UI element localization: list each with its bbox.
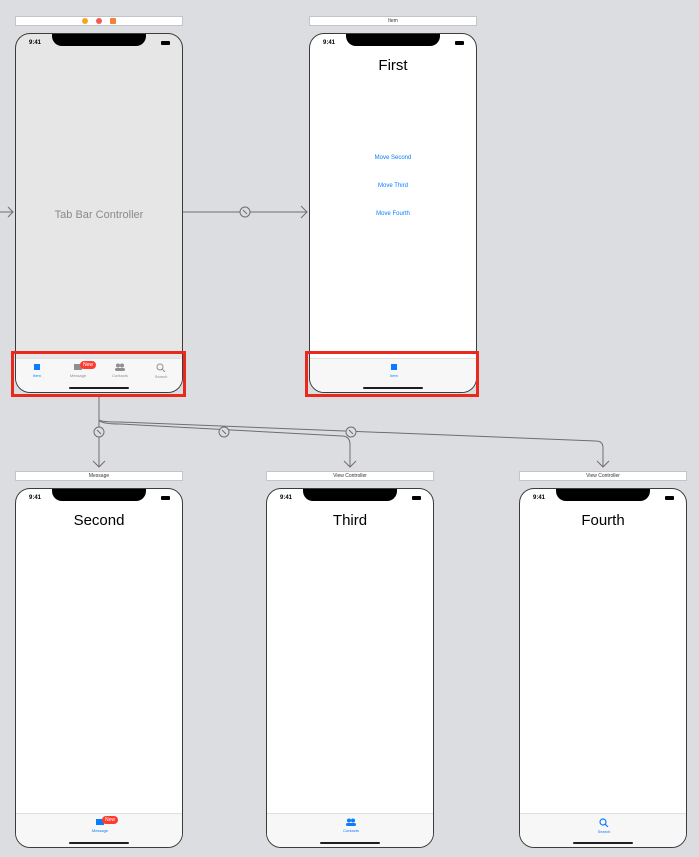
tab-label: Search [154, 374, 168, 379]
tab-item-item[interactable]: Item [377, 363, 411, 378]
tab-bar[interactable]: Search [520, 813, 686, 847]
first-phone[interactable]: 9:41 First Move Second Move Third Move F… [309, 33, 477, 393]
notch [52, 34, 146, 46]
battery-icon [161, 41, 170, 45]
status-time: 9:41 [29, 40, 42, 46]
third-phone[interactable]: 9:41 Third Contacts [266, 488, 434, 848]
screen-title: Third [332, 512, 368, 529]
tab-label: Item [390, 373, 398, 378]
status-time: 9:41 [323, 40, 336, 46]
first-responder-icon[interactable] [82, 18, 88, 24]
tab-item-message[interactable]: New Message [83, 816, 119, 833]
second-phone[interactable]: 9:41 Second New Message [15, 488, 183, 848]
search-icon [599, 818, 609, 827]
tab-label: Contacts [343, 828, 359, 833]
exit-icon[interactable] [96, 18, 102, 24]
square-icon [34, 364, 40, 370]
screen-title: Fourth [581, 512, 625, 529]
tab-bar[interactable]: Item [310, 358, 476, 392]
home-indicator [69, 842, 129, 844]
move-third-button[interactable]: Move Third [310, 183, 476, 189]
square-icon [391, 364, 397, 370]
first-scene-header[interactable]: Item [309, 16, 477, 26]
fourth-scene-header[interactable]: View Controller [519, 471, 687, 481]
status-time: 9:41 [533, 495, 546, 501]
move-second-button[interactable]: Move Second [310, 155, 476, 161]
home-indicator [320, 842, 380, 844]
status-time: 9:41 [280, 495, 293, 501]
notch [303, 489, 397, 501]
screen-title: First [378, 57, 408, 74]
tab-label: Contacts [112, 373, 128, 378]
tab-item-message[interactable]: New Message [61, 361, 97, 378]
contacts-icon [115, 363, 125, 371]
status-time: 9:41 [29, 495, 42, 501]
second-scene-header[interactable]: Message [15, 471, 183, 481]
tab-bar-controller-scene-header[interactable] [15, 16, 183, 26]
screen-title: Second [73, 512, 125, 529]
search-icon [156, 363, 166, 372]
tab-label: Message [69, 373, 87, 378]
tab-item-search[interactable]: Search [587, 818, 621, 834]
tab-item-contacts[interactable]: Contacts [103, 363, 137, 378]
fourth-phone[interactable]: 9:41 Fourth Search [519, 488, 687, 848]
home-indicator [573, 842, 633, 844]
third-scene-header[interactable]: View Controller [266, 471, 434, 481]
tab-bar[interactable]: Item New Message Contacts Search [16, 358, 182, 392]
badge: New [80, 361, 97, 369]
battery-icon [412, 496, 421, 500]
tab-label: Message [91, 828, 109, 833]
home-indicator [363, 387, 423, 389]
battery-icon [455, 41, 464, 45]
notch [52, 489, 146, 501]
badge: New [102, 816, 119, 824]
tab-bar-controller-label: Tab Bar Controller [54, 209, 144, 221]
tab-label: Search [597, 829, 611, 834]
view-controller-icon[interactable] [110, 18, 116, 24]
move-fourth-button[interactable]: Move Fourth [310, 211, 476, 217]
contacts-icon [346, 818, 356, 826]
tab-item-contacts[interactable]: Contacts [334, 818, 368, 833]
notch [346, 34, 440, 46]
home-indicator [69, 387, 129, 389]
tab-label: Item [33, 373, 41, 378]
battery-icon [665, 496, 674, 500]
tab-item-search[interactable]: Search [144, 363, 178, 379]
tab-bar[interactable]: Contacts [267, 813, 433, 847]
battery-icon [161, 496, 170, 500]
tab-bar[interactable]: New Message [16, 813, 182, 847]
tab-item-item[interactable]: Item [20, 363, 54, 378]
tab-bar-controller-phone[interactable]: 9:41 Tab Bar Controller Item New Message… [15, 33, 183, 393]
notch [556, 489, 650, 501]
